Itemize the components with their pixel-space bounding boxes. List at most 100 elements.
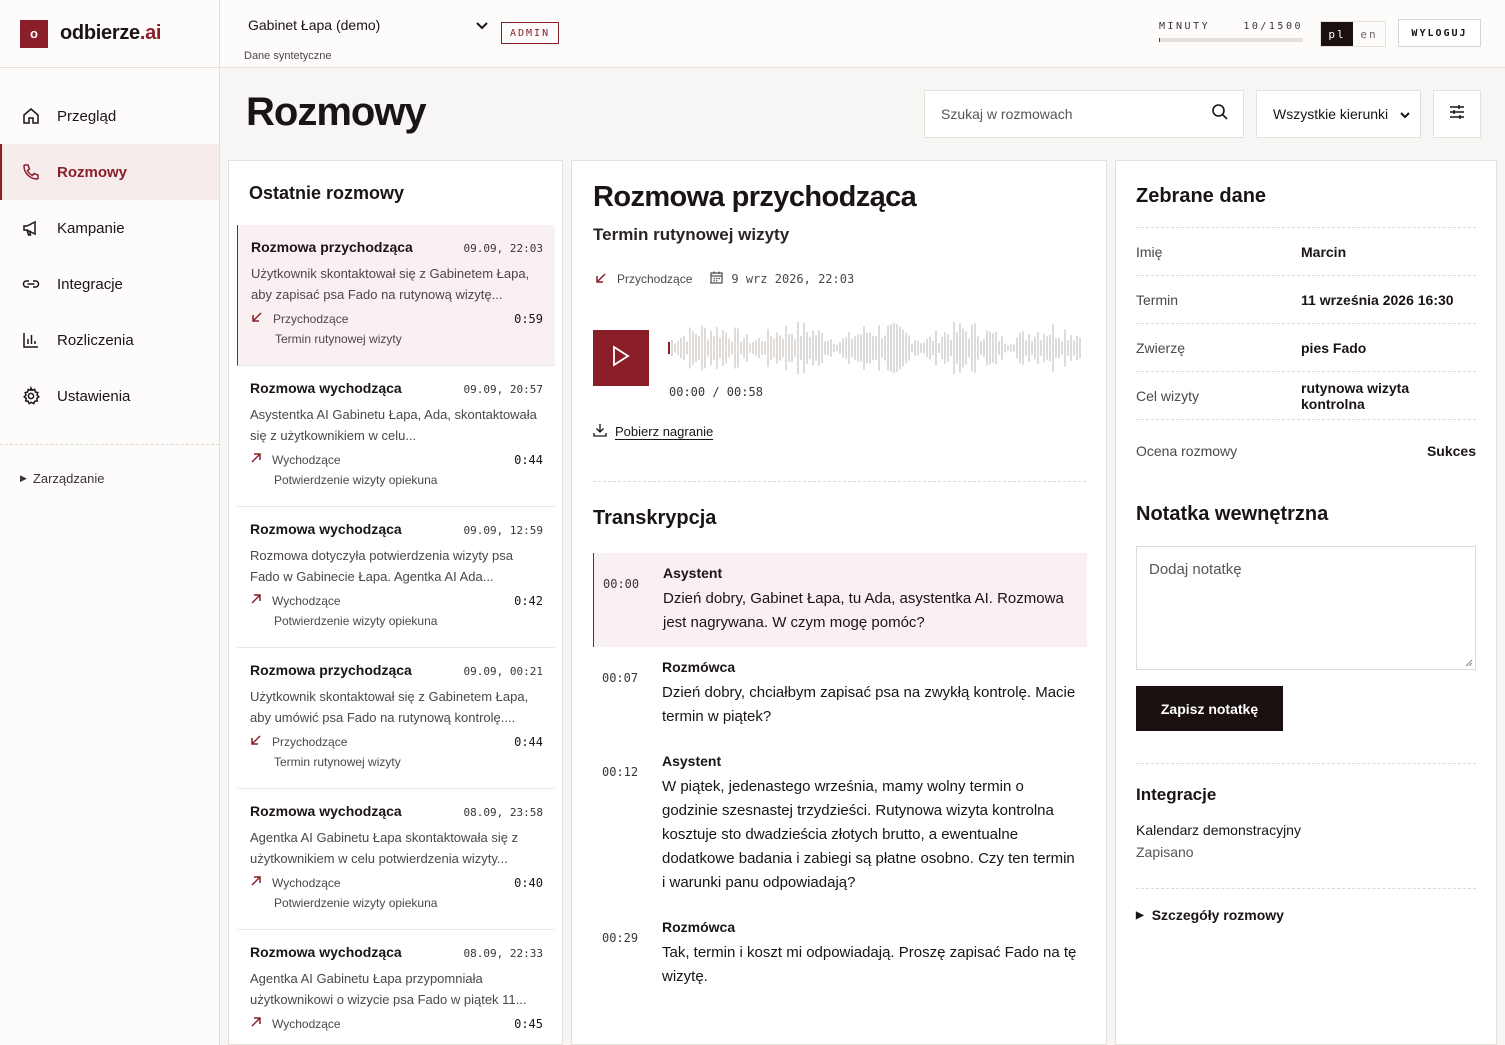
field-row: Zwierzę pies Fado [1136, 323, 1476, 371]
call-purpose: Potwierdzenie wizyty opiekuna [274, 896, 438, 910]
gear-icon [20, 385, 42, 407]
call-direction: Wychodzące [272, 875, 341, 890]
sidebar-item-label: Integracje [57, 275, 123, 293]
collected-data-title: Zebrane dane [1136, 185, 1267, 207]
link-icon [20, 273, 42, 295]
chevron-down-icon [1400, 106, 1410, 122]
lang-pl-button[interactable]: pl [1321, 22, 1353, 46]
clinic-select-value: Gabinet Łapa (demo) [248, 17, 381, 33]
play-button[interactable] [593, 330, 649, 386]
minutes-usage: MINUTY 10/1500 [1159, 21, 1303, 42]
sidebar-item-rozliczenia[interactable]: Rozliczenia [0, 312, 219, 368]
brand-suffix: .ai [139, 22, 162, 44]
transcript-entry[interactable]: 00:00 Asystent Dzień dobry, Gabinet Łapa,… [593, 553, 1087, 647]
transcript-entry[interactable]: 00:07 Rozmówca Dzień dobry, chciałbym zap… [593, 647, 1087, 741]
call-summary: Asystentka AI Gabinetu Łapa, Ada, skonta… [250, 407, 537, 443]
list-item[interactable]: Rozmowa przychodząca 09.09, 00:21 Użytkow… [237, 648, 555, 789]
audio-waveform[interactable] [668, 318, 1084, 378]
call-purpose: Potwierdzenie wizyty opiekuna [274, 614, 438, 628]
sidebar-item-integracje[interactable]: Integracje [0, 256, 219, 312]
search-box[interactable]: Szukaj w rozmowach [924, 90, 1244, 138]
call-title: Rozmowa przychodząca [250, 662, 412, 678]
phone-icon [20, 161, 42, 183]
chevron-down-icon [476, 17, 488, 33]
field-value: rutynowa wizyta kontrolna [1301, 379, 1410, 412]
calendar-icon [710, 271, 723, 287]
call-summary: Użytkownik skontaktował się z Gabinetem … [250, 689, 529, 725]
transcript-entry[interactable]: 00:29 Rozmówca Tak, termin i koszt mi odp… [593, 907, 1087, 1001]
field-label: Cel wizyty [1136, 387, 1200, 404]
field-label: Termin [1136, 291, 1179, 308]
logout-button[interactable]: WYLOGUJ [1398, 19, 1481, 47]
transcript-text: Tak, termin i koszt mi odpowiadają. Pros… [662, 944, 1077, 985]
integration-status: Zapisano [1136, 844, 1194, 860]
brand-name: odbierze.ai [60, 22, 161, 45]
transcript-title: Transkrypcja [593, 507, 717, 529]
call-purpose: Potwierdzenie wizyty opiekuna [274, 473, 438, 487]
call-title: Rozmowa wychodząca [250, 944, 402, 960]
sidebar-item-przeglad[interactable]: Przegląd [0, 88, 219, 144]
sidebar: o odbierze.ai Przegląd Rozmowy Kampanie … [0, 0, 220, 1045]
call-summary: Agentka AI Gabinetu Łapa przypomniała uż… [250, 971, 527, 1007]
outgoing-arrow-icon [250, 452, 272, 467]
call-duration: 0:42 [514, 593, 543, 608]
call-duration: 0:44 [514, 452, 543, 467]
sidebar-item-label: Rozliczenia [57, 331, 134, 349]
clinic-select[interactable]: Gabinet Łapa (demo) [248, 12, 488, 38]
audio-timecode: 00:00 / 00:58 [669, 385, 763, 399]
transcript: 00:00 Asystent Dzień dobry, Gabinet Łapa,… [593, 553, 1087, 1001]
home-icon [20, 105, 42, 127]
download-recording-link[interactable]: Pobierz nagranie [593, 423, 714, 440]
lang-en-button[interactable]: en [1353, 22, 1385, 46]
call-detail-date: 9 wrz 2026, 22:03 [731, 272, 855, 286]
caret-right-icon: ▶ [20, 473, 27, 483]
search-input[interactable]: Szukaj w rozmowach [941, 106, 1073, 122]
resize-grip-icon[interactable] [1465, 659, 1473, 667]
outgoing-arrow-icon [250, 875, 272, 890]
call-details-toggle[interactable]: ▶ Szczegóły rozmowy [1136, 907, 1284, 923]
top-bar: Gabinet Łapa (demo) Dane syntetyczne ADM… [220, 0, 1505, 68]
search-icon[interactable] [1211, 103, 1229, 126]
sidebar-item-ustawienia[interactable]: Ustawienia [0, 368, 219, 424]
list-item[interactable]: Rozmowa wychodząca 09.09, 20:57 Asystentk… [237, 366, 555, 507]
manage-label: Zarządzanie [32, 471, 105, 486]
sidebar-item-rozmowy[interactable]: Rozmowy [0, 144, 219, 200]
note-placeholder: Dodaj notatkę [1149, 561, 1242, 578]
divider [593, 481, 1086, 482]
collected-fields: Imię Marcin Termin 11 września 2026 16:30 … [1136, 227, 1476, 481]
minutes-progress-fill [1159, 38, 1161, 42]
minutes-label: MINUTY [1159, 21, 1211, 32]
list-item[interactable]: Rozmowa wychodząca 09.09, 12:59 Rozmowa d… [237, 507, 555, 648]
list-item[interactable]: Rozmowa wychodząca 08.09, 22:33 Agentka A… [237, 930, 555, 1044]
transcript-entry[interactable]: 00:12 Asystent W piątek, jedenastego wrze… [593, 741, 1087, 907]
calls-list: Rozmowa przychodząca 09.09, 22:03 Użytkow… [237, 225, 555, 1044]
rating-row: Ocena rozmowy Sukces [1136, 419, 1476, 481]
clinic-subtitle: Dane syntetyczne [244, 50, 332, 62]
save-note-button[interactable]: Zapisz notatkę [1136, 686, 1283, 731]
download-label: Pobierz nagranie [615, 423, 714, 440]
field-value: Marcin [1301, 243, 1347, 260]
call-detail-panel: Rozmowa przychodząca Termin rutynowej wi… [571, 160, 1107, 1045]
call-summary: Agentka AI Gabinetu Łapa skontaktowała s… [250, 830, 519, 866]
sidebar-item-label: Ustawienia [57, 387, 131, 405]
sidebar-item-label: Kampanie [57, 219, 125, 237]
sidebar-item-kampanie[interactable]: Kampanie [0, 200, 219, 256]
sidebar-item-label: Przegląd [57, 107, 117, 125]
list-item[interactable]: Rozmowa przychodząca 09.09, 22:03 Użytkow… [237, 225, 555, 366]
manage-toggle[interactable]: ▶ Zarządzanie [0, 445, 219, 486]
role-badge: ADMIN [501, 22, 560, 44]
bar-chart-icon [20, 329, 42, 351]
note-textarea[interactable]: Dodaj notatkę [1136, 546, 1476, 670]
sliders-icon [1448, 103, 1466, 126]
direction-select[interactable]: Wszystkie kierunki [1256, 90, 1421, 138]
rating-label: Ocena rozmowy [1136, 442, 1238, 459]
caret-right-icon: ▶ [1136, 909, 1144, 921]
call-summary: Użytkownik skontaktował się z Gabinetem … [251, 266, 530, 302]
transcript-speaker: Asystent [663, 565, 723, 581]
brand[interactable]: o odbierze.ai [0, 0, 219, 68]
note-title: Notatka wewnętrzna [1136, 503, 1329, 525]
call-detail-subtitle: Termin rutynowej wizyty [593, 225, 790, 244]
list-item[interactable]: Rozmowa wychodząca 08.09, 23:58 Agentka A… [237, 789, 555, 930]
filter-settings-button[interactable] [1433, 90, 1481, 138]
field-row: Cel wizyty rutynowa wizyta kontrolna [1136, 371, 1476, 419]
